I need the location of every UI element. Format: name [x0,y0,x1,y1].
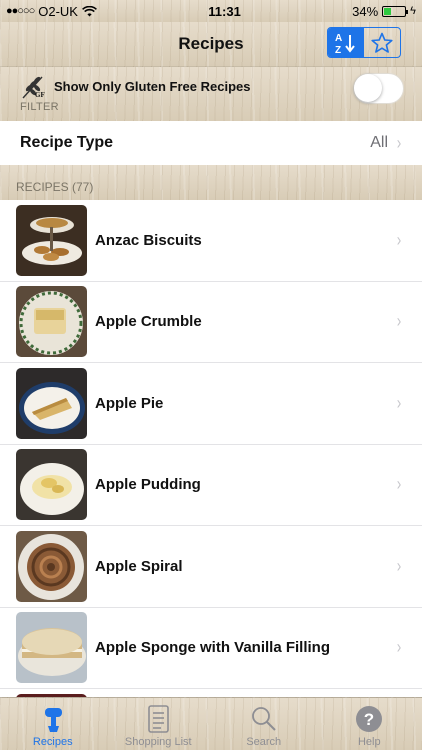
tab-label: Search [246,736,282,748]
filter-caption: FILTER [20,101,59,113]
recipe-thumbnail [16,367,87,439]
tab-bar: Recipes Shopping List Search ? Help [0,697,422,750]
svg-text:A: A [335,33,342,44]
list-item[interactable]: Apple Spiral › [0,526,422,608]
list-item[interactable]: Apple Sponge with Vanilla Filling › [0,608,422,689]
tab-shopping-list[interactable]: Shopping List [108,704,208,750]
recipe-list: Anzac Biscuits › Apple Crumble › Apple P… [0,200,422,697]
help-icon: ? [356,706,383,732]
recipe-title: Apple Crumble [95,313,202,331]
signal-strength-icon: ●●○○○ [6,5,35,17]
list-icon [148,705,170,733]
tab-recipes[interactable]: Recipes [3,704,103,750]
list-item[interactable]: Anzac Biscuits › [0,200,422,282]
sort-segmented-control: A Z [327,27,401,58]
recipes-count: RECIPES (77) [16,180,94,194]
chevron-right-icon: › [396,311,402,332]
tab-label: Shopping List [124,736,192,748]
az-sort-button[interactable]: A Z [328,28,364,57]
status-time: 11:31 [208,3,241,19]
recipe-thumbnail [16,612,87,684]
az-sort-icon: A Z [335,33,355,55]
recipe-title: Anzac Biscuits [95,231,202,249]
list-item[interactable]: Apple Pudding › [0,445,422,526]
toggle-knob [354,74,382,102]
mixer-icon [44,708,62,732]
recipe-thumbnail [16,204,87,276]
tab-search[interactable]: Search [214,704,314,750]
wifi-icon [82,5,97,16]
battery-icon [382,5,409,17]
svg-text:?: ? [364,710,374,729]
recipe-thumbnail [16,286,87,358]
recipe-type-label: Recipe Type [20,134,114,151]
battery-level [384,7,391,15]
recipe-title: Apple Pudding [95,476,201,494]
recipe-title: Apple Sponge with Vanilla Filling [95,639,331,657]
chevron-right-icon: › [396,474,402,495]
recipe-thumbnail [16,530,87,602]
gluten-free-label: Show Only Gluten Free Recipes [54,79,251,94]
tab-label: Help [357,736,381,748]
list-item[interactable]: Apple Crumble › [0,282,422,363]
recipe-type-value: All [370,134,388,151]
list-item[interactable] [0,689,422,697]
gluten-free-toggle[interactable] [353,73,404,104]
favorites-button[interactable] [364,28,400,57]
gluten-filter-section: GF Show Only Gluten Free Recipes FILTER [0,66,422,121]
chevron-right-icon: › [396,392,402,413]
recipe-title: Apple Spiral [95,557,183,575]
svg-text:Z: Z [335,45,341,55]
gluten-free-badge: GF [35,91,45,99]
recipe-type-value-group: All › [370,133,402,154]
list-item[interactable]: Apple Pie › [0,363,422,445]
status-bar: ●●○○○ O2-UK 11:31 34% ϟ [0,0,422,22]
page-title: Recipes [178,34,244,53]
recipes-section-header: RECIPES (77) [0,165,422,200]
charging-icon: ϟ [410,5,416,17]
chevron-right-icon: › [396,555,402,576]
battery-percent: 34% [352,3,379,19]
recipe-title: Apple Pie [95,394,164,412]
tab-help[interactable]: ? Help [319,704,419,750]
recipe-type-row[interactable]: Recipe Type All › [0,121,422,165]
chevron-right-icon: › [396,637,402,658]
navigation-bar: Recipes A Z [0,22,422,66]
chevron-right-icon: › [396,229,402,250]
chevron-right-icon: › [396,132,402,153]
tab-label: Recipes [32,736,73,748]
star-icon [371,32,393,53]
recipe-thumbnail [16,449,87,521]
search-icon [251,707,276,731]
carrier-name: O2-UK [38,3,78,19]
